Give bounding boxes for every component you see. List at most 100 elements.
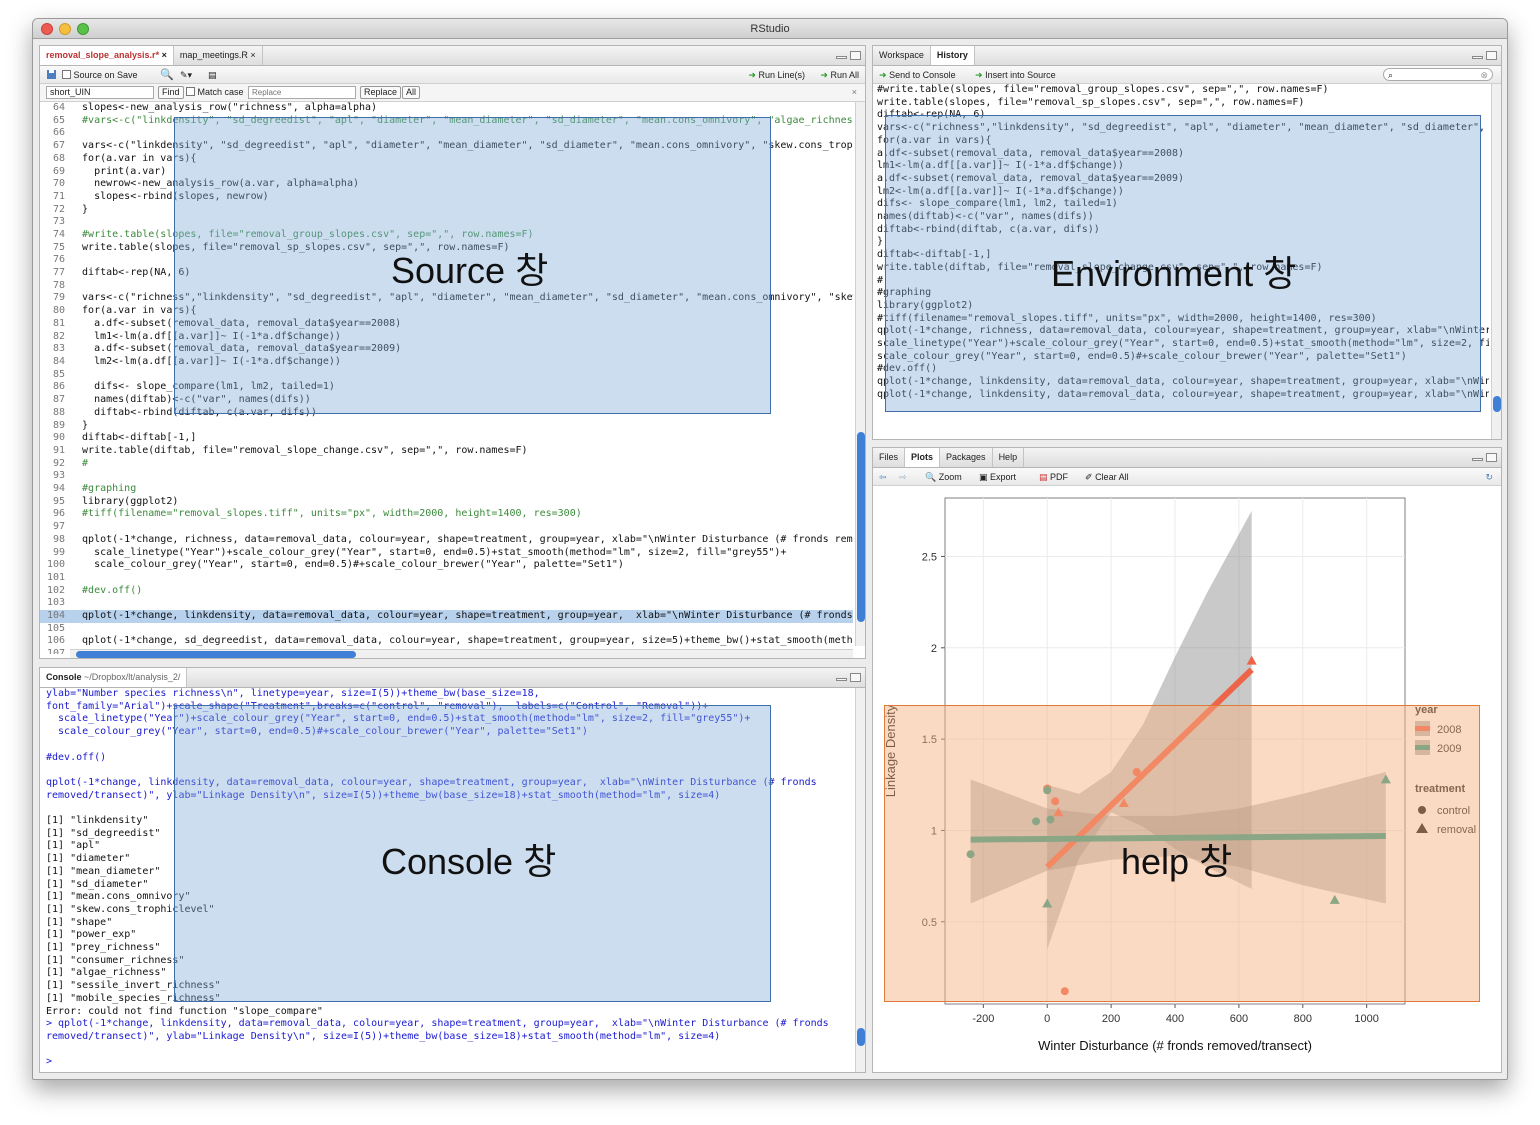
close-window-button[interactable] [41, 23, 53, 35]
console-line[interactable]: [1] "sessile_invert_richness" [46, 980, 853, 993]
source-line[interactable]: 68 for(a.var in vars){ [40, 153, 853, 166]
console-line[interactable] [46, 1044, 853, 1057]
source-line[interactable]: 106 qplot(-1*change, sd_degreedist, data… [40, 635, 853, 648]
source-line[interactable]: 66 [40, 127, 853, 140]
source-line[interactable]: 89 } [40, 420, 853, 433]
insert-into-source-button[interactable]: ➜ Insert into Source [975, 69, 1056, 81]
tab-help[interactable]: Help [993, 448, 1025, 467]
source-line[interactable]: 101 [40, 572, 853, 585]
console-line[interactable]: [1] "sd_degreedist" [46, 828, 853, 841]
console-line[interactable]: [1] "shape" [46, 917, 853, 930]
source-line[interactable]: 69 print(a.var) [40, 166, 853, 179]
match-case-checkbox[interactable]: Match case [186, 86, 244, 98]
find-input[interactable]: short_UIN [46, 86, 154, 99]
history-entry[interactable]: write.table(diftab, file="removal_slope_… [877, 262, 1489, 275]
history-entry[interactable]: #dev.off() [877, 363, 1489, 376]
history-entry[interactable]: qplot(-1*change, linkdensity, data=remov… [877, 389, 1489, 402]
console-line[interactable]: [1] "mean.cons_omnivory" [46, 891, 853, 904]
source-line[interactable]: 81 a.df<-subset(removal_data, removal_da… [40, 318, 853, 331]
source-line[interactable]: 76 [40, 254, 853, 267]
minimize-pane-button[interactable] [836, 56, 847, 59]
maximize-workspace-button[interactable] [1486, 51, 1497, 60]
history-entry[interactable]: qplot(-1*change, richness, data=removal_… [877, 325, 1489, 338]
tab-map-meetings[interactable]: map_meetings.R × [174, 46, 263, 65]
console-line[interactable]: [1] "power_exp" [46, 929, 853, 942]
tab-removal-slope-analysis[interactable]: removal_slope_analysis.r* × [40, 46, 174, 65]
console-output[interactable]: ylab="Number species richness\n", linety… [46, 688, 853, 1072]
close-find-icon[interactable]: × [852, 86, 857, 98]
source-line[interactable]: 91 write.table(diftab, file="removal_slo… [40, 445, 853, 458]
refresh-icon[interactable]: ↻ [1485, 471, 1493, 483]
console-line[interactable]: removed/transect)", ylab="Linkage Densit… [46, 790, 853, 803]
source-line[interactable]: 92 # [40, 458, 853, 471]
source-line[interactable]: 94 #graphing [40, 483, 853, 496]
source-line[interactable]: 99 scale_linetype("Year")+scale_colour_g… [40, 547, 853, 560]
source-line[interactable]: 70 newrow<-new_analysis_row(a.var, alpha… [40, 178, 853, 191]
back-arrow-icon[interactable]: ⇦ [879, 471, 887, 483]
maximize-console-button[interactable] [850, 673, 861, 682]
source-line[interactable]: 80 for(a.var in vars){ [40, 305, 853, 318]
source-line[interactable]: 74 #write.table(slopes, file="removal_gr… [40, 229, 853, 242]
console-line[interactable]: [1] "sd_diameter" [46, 879, 853, 892]
source-line[interactable]: 93 [40, 470, 853, 483]
replace-all-button[interactable]: All [402, 86, 421, 99]
replace-input[interactable] [248, 86, 356, 99]
run-lines-button[interactable]: ➜ Run Line(s) [748, 69, 805, 81]
source-line[interactable]: 73 [40, 216, 853, 229]
history-entry[interactable]: scale_colour_grey("Year", start=0, end=0… [877, 351, 1489, 364]
source-line[interactable]: 64 slopes<-new_analysis_row("richness", … [40, 102, 853, 115]
history-entry[interactable]: names(diftab)<-c("var", names(difs)) [877, 211, 1489, 224]
console-line[interactable]: [1] "consumer_richness" [46, 955, 853, 968]
print-icon[interactable]: ▤ [208, 69, 217, 81]
console-line[interactable]: [1] "diameter" [46, 853, 853, 866]
source-line[interactable]: 105 [40, 623, 853, 636]
source-line[interactable]: 96 #tiff(filename="removal_slopes.tiff",… [40, 508, 853, 521]
history-entry[interactable]: vars<-c("richness","linkdensity", "sd_de… [877, 122, 1489, 135]
history-entry[interactable]: diftab<-rbind(diftab, c(a.var, difs)) [877, 224, 1489, 237]
source-line[interactable]: 71 slopes<-rbind(slopes, newrow) [40, 191, 853, 204]
tab-history[interactable]: History [930, 46, 975, 65]
console-line[interactable]: > qplot(-1*change, linkdensity, data=rem… [46, 1018, 853, 1031]
source-line[interactable]: 87 names(diftab)<-c("var", names(difs)) [40, 394, 853, 407]
console-line[interactable]: scale_colour_grey("Year", start=0, end=0… [46, 726, 853, 739]
source-line[interactable]: 104 qplot(-1*change, linkdensity, data=r… [40, 609, 853, 623]
minimize-workspace-button[interactable] [1472, 56, 1483, 59]
console-line[interactable]: [1] "algae_richness" [46, 967, 853, 980]
minimize-plots-button[interactable] [1472, 458, 1483, 461]
console-line[interactable]: > [46, 1056, 853, 1069]
console-line[interactable]: [1] "mobile_species_richness" [46, 993, 853, 1006]
console-line[interactable] [46, 764, 853, 777]
source-line[interactable]: 90 diftab<-diftab[-1,] [40, 432, 853, 445]
run-all-button[interactable]: ➜ Run All [820, 69, 859, 81]
console-line[interactable]: [1] "mean_diameter" [46, 866, 853, 879]
history-entry[interactable]: for(a.var in vars){ [877, 135, 1489, 148]
history-entry[interactable]: #write.table(slopes, file="removal_group… [877, 84, 1489, 97]
code-tools-icon[interactable]: ✎▾ [180, 69, 192, 81]
source-line[interactable]: 78 [40, 280, 853, 293]
source-line[interactable]: 84 lm2<-lm(a.df[[a.var]]~ I(-1*a.df$chan… [40, 356, 853, 369]
history-entry[interactable]: a.df<-subset(removal_data, removal_data$… [877, 148, 1489, 161]
replace-button[interactable]: Replace [360, 86, 402, 99]
console-line[interactable]: [1] "linkdensity" [46, 815, 853, 828]
history-list[interactable]: #write.table(slopes, file="removal_group… [877, 84, 1489, 439]
maximize-pane-button[interactable] [850, 51, 861, 60]
source-line[interactable]: 88 diftab<-rbind(diftab, c(a.var, difs)) [40, 407, 853, 420]
console-line[interactable]: [1] "apl" [46, 840, 853, 853]
history-entry[interactable]: #tiff(filename="removal_slopes.tiff", un… [877, 313, 1489, 326]
source-editor[interactable]: 64 slopes<-new_analysis_row("richness", … [40, 102, 853, 654]
source-line[interactable]: 75 write.table(slopes, file="removal_sp_… [40, 242, 853, 255]
maximize-plots-button[interactable] [1486, 453, 1497, 462]
source-line[interactable]: 65 #vars<-c("linkdensity", "sd_degreedis… [40, 115, 853, 128]
tab-workspace[interactable]: Workspace [873, 46, 931, 65]
history-entry[interactable]: #graphing [877, 287, 1489, 300]
source-line[interactable]: 103 [40, 597, 853, 610]
history-entry[interactable]: } [877, 236, 1489, 249]
console-line[interactable]: [1] "skew.cons_trophiclevel" [46, 904, 853, 917]
minimize-window-button[interactable] [59, 23, 71, 35]
console-line[interactable]: Error: could not find function "slope_co… [46, 1006, 853, 1019]
console-line[interactable]: scale_linetype("Year")+scale_colour_grey… [46, 713, 853, 726]
console-line[interactable]: removed/transect)", ylab="Linkage Densit… [46, 1031, 853, 1044]
tab-plots[interactable]: Plots [905, 448, 941, 467]
source-line[interactable]: 100 scale_colour_grey("Year", start=0, e… [40, 559, 853, 572]
console-line[interactable]: [1] "prey_richness" [46, 942, 853, 955]
